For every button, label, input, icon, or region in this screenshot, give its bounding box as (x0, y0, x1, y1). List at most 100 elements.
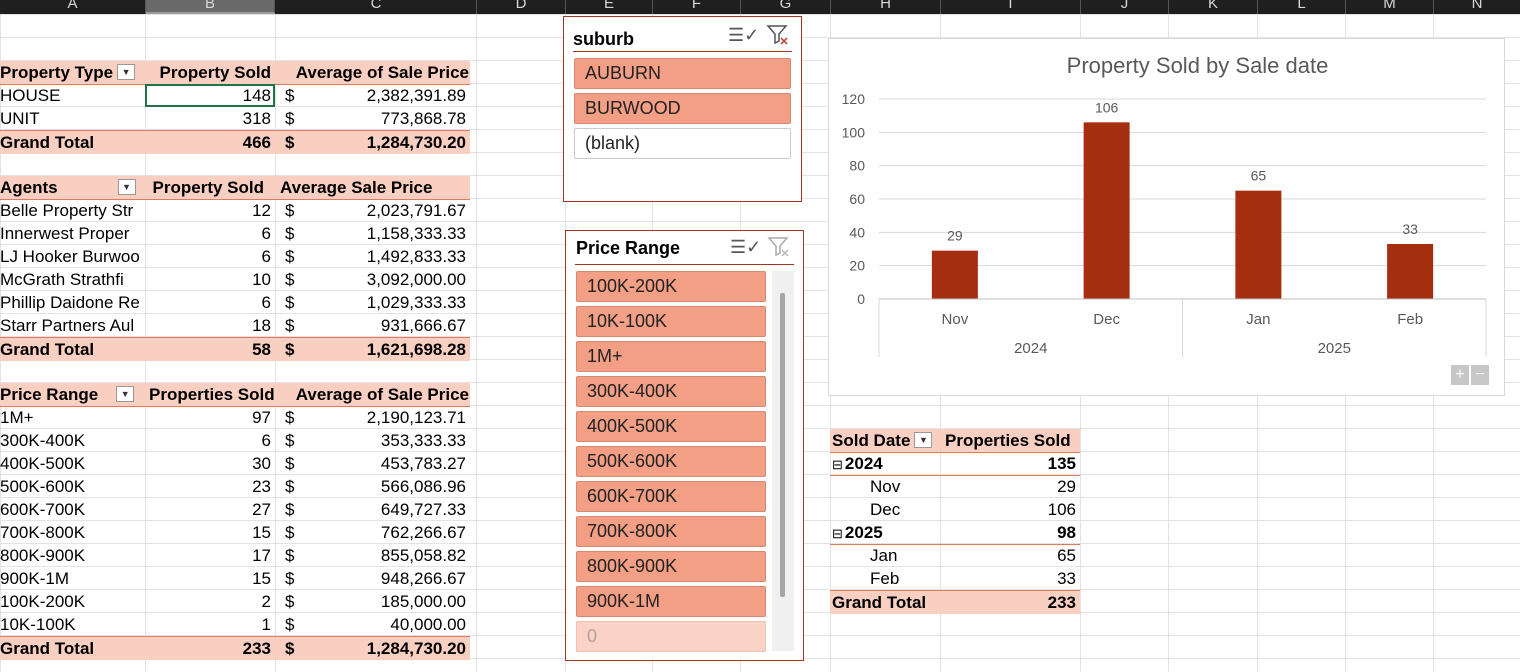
column-header-k[interactable]: K (1169, 0, 1258, 14)
slicer-item[interactable]: 500K-600K (576, 446, 766, 477)
collapse-icon[interactable]: ⊟ (832, 526, 843, 541)
collapse-icon[interactable]: ⊟ (832, 457, 843, 472)
table-row[interactable]: 1M+ 97 $2,190,123.71 (0, 406, 470, 429)
slicer-suburb[interactable]: suburb ☰✓ AUBURN BURWOOD (blank) (563, 16, 802, 202)
column-header-l[interactable]: L (1258, 0, 1346, 14)
row-cur: $ (285, 316, 295, 335)
table-row[interactable]: 100K-200K 2 $185,000.00 (0, 590, 470, 613)
column-header-h[interactable]: H (831, 0, 941, 14)
table-row[interactable]: 600K-700K 27 $649,727.33 (0, 498, 470, 521)
column-header-g[interactable]: G (741, 0, 831, 14)
dropdown-arrow-icon[interactable]: ▼ (116, 385, 135, 402)
table-row[interactable]: HOUSE 148 $ 2,382,391.89 (0, 84, 470, 107)
x-tick-label: Jan (1246, 311, 1270, 328)
row-count[interactable]: 148 (145, 84, 275, 107)
multi-select-icon[interactable]: ☰✓ (728, 25, 759, 46)
slicer-item[interactable]: 700K-800K (576, 516, 766, 547)
column-header-c[interactable]: C (276, 0, 477, 14)
table-row[interactable]: Belle Property Str 12 $2,023,791.67 (0, 199, 470, 222)
slicer-item[interactable]: 10K-100K (576, 306, 766, 337)
collapse-field-button[interactable]: − (1471, 365, 1489, 385)
row-label: 300K-400K (0, 431, 86, 450)
grand-total-row[interactable]: Grand Total 233 (830, 590, 1080, 614)
total-currency: $ (285, 133, 295, 152)
slicer-item-burwood[interactable]: BURWOOD (574, 93, 791, 124)
table-row[interactable]: Dec 106 (830, 498, 1080, 521)
column-header-a[interactable]: A (0, 0, 146, 14)
row-label: Grand Total (0, 639, 95, 658)
grand-total-row[interactable]: Grand Total 233 $1,284,730.20 (0, 636, 470, 660)
slicer-item[interactable]: 300K-400K (576, 376, 766, 407)
row-count: 23 (252, 477, 271, 496)
row-label: LJ Hooker Burwoo (0, 247, 140, 266)
row-count: 58 (252, 340, 271, 359)
table-row[interactable]: Nov 29 (830, 475, 1080, 498)
table-row[interactable]: 500K-600K 23 $566,086.96 (0, 475, 470, 498)
year-row[interactable]: ⊟ 2024 135 (830, 452, 1080, 476)
column-header-j[interactable]: J (1081, 0, 1169, 14)
multi-select-icon[interactable]: ☰✓ (730, 237, 761, 258)
row-cur: $ (285, 523, 295, 542)
row-avg: 773,868.78 (380, 109, 466, 128)
clear-filter-icon[interactable] (766, 23, 790, 52)
table-row[interactable]: Feb 33 (830, 567, 1080, 590)
column-header-d[interactable]: D (477, 0, 566, 14)
y-tick-label: 120 (842, 91, 866, 107)
clear-filter-icon[interactable] (767, 235, 791, 264)
table-row[interactable]: 800K-900K 17 $855,058.82 (0, 544, 470, 567)
slicer-price-range[interactable]: Price Range ☰✓ 100K-200K 10K-100K 1M+ 300K-… (565, 230, 804, 661)
column-header-e[interactable]: E (566, 0, 653, 14)
column-header-m[interactable]: M (1346, 0, 1434, 14)
slicer-title: suburb (573, 29, 634, 49)
grand-total-row[interactable]: Grand Total 466 $ 1,284,730.20 (0, 130, 470, 154)
slicer-item[interactable]: 0 (576, 621, 766, 652)
chart-property-sold[interactable]: Property Sold by Sale date 0 20 40 60 80 100 12… (828, 38, 1505, 396)
table-row[interactable]: 700K-800K 15 $762,266.67 (0, 521, 470, 544)
table-row[interactable]: Innerwest Proper 6 $1,158,333.33 (0, 222, 470, 245)
table-row[interactable]: 400K-500K 30 $453,783.27 (0, 452, 470, 475)
row-cur: $ (285, 546, 295, 565)
column-header-f[interactable]: F (653, 0, 741, 14)
column-header-i[interactable]: I (941, 0, 1081, 14)
y-tick-label: 100 (842, 124, 866, 140)
slicer-item-blank[interactable]: (blank) (574, 128, 791, 159)
row-avg: 566,086.96 (380, 477, 466, 496)
table-row[interactable]: Starr Partners Aul 18 $931,666.67 (0, 314, 470, 337)
expand-field-button[interactable]: + (1451, 365, 1469, 385)
grand-total-row[interactable]: Grand Total 58 $1,621,698.28 (0, 337, 470, 361)
bar-chart: Property Sold by Sale date 0 20 40 60 80 100 12… (842, 53, 1487, 357)
table-row[interactable]: 300K-400K 6 $353,333.33 (0, 429, 470, 452)
dropdown-arrow-icon[interactable]: ▼ (914, 431, 933, 448)
table-row[interactable]: 900K-1M 15 $948,266.67 (0, 567, 470, 590)
dropdown-arrow-icon[interactable]: ▼ (117, 63, 136, 80)
column-header-n[interactable]: N (1434, 0, 1520, 14)
slicer-item[interactable]: 900K-1M (576, 586, 766, 617)
table-row[interactable]: LJ Hooker Burwoo 6 $1,492,833.33 (0, 245, 470, 268)
table-row[interactable]: Phillip Daidone Re 6 $1,029,333.33 (0, 291, 470, 314)
bar-nov (931, 250, 978, 299)
column-header-b[interactable]: B (146, 0, 275, 14)
bar-feb (1387, 244, 1434, 299)
slicer-item-auburn[interactable]: AUBURN (574, 58, 791, 89)
slicer-item[interactable]: 800K-900K (576, 551, 766, 582)
row-label: HOUSE (0, 86, 61, 105)
slicer-item[interactable]: 600K-700K (576, 481, 766, 512)
table-row[interactable]: Jan 65 (830, 544, 1080, 567)
row-cur: $ (285, 224, 295, 243)
table-row[interactable]: UNIT 318 $ 773,868.78 (0, 107, 470, 130)
row-avg: 1,158,333.33 (366, 224, 466, 243)
slicer-item[interactable]: 400K-500K (576, 411, 766, 442)
slicer-item[interactable]: 1M+ (576, 341, 766, 372)
table-row[interactable]: 10K-100K 1 $40,000.00 (0, 613, 470, 636)
row-count: 29 (1057, 477, 1076, 496)
scrollbar-thumb[interactable] (780, 293, 785, 597)
slicer-scrollbar[interactable] (772, 271, 794, 651)
year-row[interactable]: ⊟ 2025 98 (830, 521, 1080, 545)
slicer-item[interactable]: 100K-200K (576, 271, 766, 302)
row-label: Starr Partners Aul (0, 316, 135, 335)
filter-applied-icon[interactable]: ▼ (117, 178, 136, 195)
row-cur: $ (285, 270, 295, 289)
row-count: 30 (252, 454, 271, 473)
row-count: 318 (242, 109, 271, 128)
table-row[interactable]: McGrath Strathfi 10 $3,092,000.00 (0, 268, 470, 291)
